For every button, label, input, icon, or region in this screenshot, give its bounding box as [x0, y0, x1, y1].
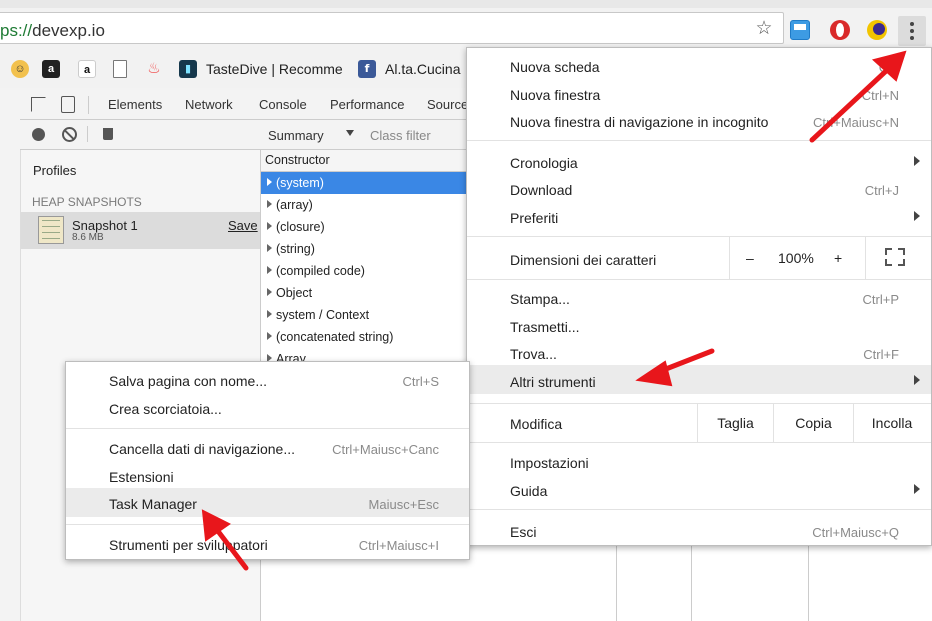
arrowhead-task-manager [201, 509, 231, 542]
annotation-arrows [201, 50, 907, 571]
arrowhead-more-tools [635, 360, 673, 387]
